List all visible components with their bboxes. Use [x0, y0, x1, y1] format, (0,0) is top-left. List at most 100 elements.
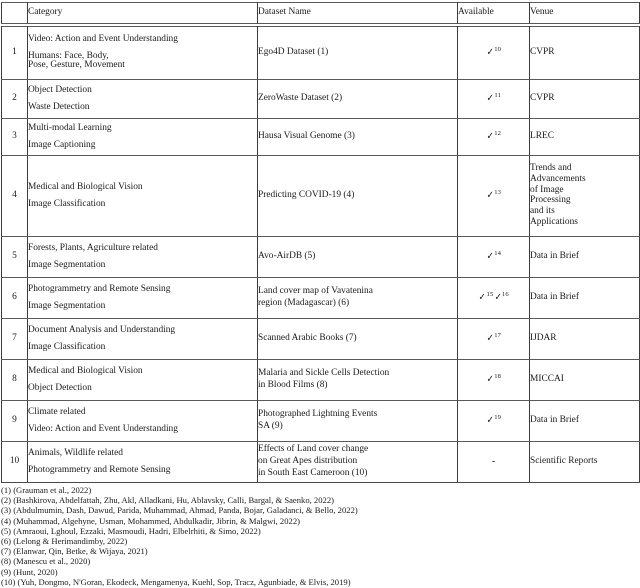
- category-line: Image Segmentation: [28, 259, 106, 270]
- category-line: Video: Action and Event Understanding: [28, 423, 178, 434]
- footnote-number: (8): [1, 556, 12, 567]
- available-cell: ✓15✓16: [457, 277, 530, 319]
- dataset-name-cell: Land cover map of Vavatenina region (Mada…: [257, 277, 458, 319]
- footnote-number: (7): [1, 546, 12, 557]
- dataset-name-line: in Blood Films (8): [258, 380, 328, 390]
- footnote-citation: (Grauman et al., 2022): [13, 485, 92, 495]
- footnote-item: (9) (Hunt, 2020): [1, 567, 640, 577]
- available-cell: ✓10: [457, 26, 530, 80]
- available-cell: ✓14: [457, 236, 530, 278]
- category-line: Forests, Plants, Agriculture related: [28, 242, 158, 253]
- table-row: 3 Multi-modal Learning Image Captioning Hau…: [1, 118, 640, 156]
- footnote-citation: (Bashkirova, Abdelfattah, Zhu, Akl, Alla…: [13, 495, 334, 506]
- footnote-item: (7) (Elanwar, Qin, Betke, & Wijaya, 2021…: [1, 546, 640, 556]
- dataset-name-line: ZeroWaste Dataset (2): [258, 93, 343, 104]
- available-footnote-ref: 19: [494, 414, 502, 421]
- check-icon-secondary: ✓: [494, 292, 502, 304]
- dataset-table: Category Dataset Name Available Venue 1V…: [1, 2, 640, 483]
- check-icon: ✓: [486, 131, 494, 143]
- table-row: 6 Photogrammetry and Remote Sensing Image …: [1, 277, 640, 319]
- venue-cell: Trends and Advancements of Image Processing…: [529, 155, 640, 237]
- category-cell: Photogrammetry and Remote Sensing Image S…: [27, 277, 258, 319]
- category-line: Medical and Biological Vision: [28, 365, 143, 376]
- category-cell: Forests, Plants, Agriculture related Imag…: [27, 236, 258, 278]
- check-icon: ✓: [486, 93, 494, 105]
- dataset-name-line: Avo-AirDB (5): [258, 251, 316, 262]
- venue-line: Data in Brief: [530, 292, 579, 303]
- available-cell: -: [457, 441, 530, 483]
- available-cell: ✓11: [457, 79, 530, 119]
- category-line: Medical and Biological Vision: [28, 181, 143, 192]
- venue-line: Data in Brief: [530, 415, 579, 426]
- footnote-number: (1): [1, 485, 12, 495]
- category-cell: Video: Action and Event Understanding Hum…: [27, 26, 258, 80]
- column-header-dataset-name: Dataset Name: [257, 2, 458, 24]
- category-line: Photogrammetry and Remote Sensing: [28, 464, 171, 475]
- category-line: Image Captioning: [28, 139, 96, 150]
- footnote-number: (5): [1, 525, 12, 536]
- dataset-name-cell: Photographed Lightning Events SA (9): [257, 400, 458, 442]
- venue-line: IJDAR: [530, 333, 557, 344]
- venue-cell: Data in Brief: [529, 277, 640, 319]
- available-footnote-ref: 15: [486, 291, 494, 298]
- column-header-available: Available: [457, 2, 530, 24]
- category-line: Animals, Wildlife related: [28, 447, 123, 458]
- venue-cell: CVPR: [529, 79, 640, 119]
- available-cell: ✓12: [457, 118, 530, 156]
- footnote-citation: (Lelong & Herimandimby, 2022): [13, 536, 128, 547]
- footnote-item: (3) (Abdulmumin, Dash, Dawud, Parida, Mu…: [1, 505, 640, 515]
- footnote-item: (1) (Grauman et al., 2022): [1, 485, 640, 495]
- footnote-citation: (Manescu et al., 2020): [13, 556, 91, 567]
- row-index-cell: 7: [1, 318, 28, 360]
- check-icon: ✓: [478, 292, 486, 304]
- footnote-number: (6): [1, 536, 12, 547]
- venue-cell: Data in Brief: [529, 400, 640, 442]
- venue-cell: Scientific Reports: [529, 441, 640, 483]
- row-index-cell: 1: [1, 26, 28, 80]
- check-icon: ✓: [486, 415, 494, 427]
- available-footnote-ref: 13: [494, 189, 502, 196]
- venue-cell: MICCAI: [529, 359, 640, 401]
- footnote-number: (10): [1, 576, 16, 587]
- category-line: Object Detection: [28, 382, 92, 393]
- check-icon: ✓: [486, 374, 494, 386]
- table-row: 9 Climate related Video: Action and Event …: [1, 400, 640, 442]
- category-line: Object Detection: [28, 84, 92, 95]
- category-cell: Document Analysis and Understanding Image…: [27, 318, 258, 360]
- category-line: Document Analysis and Understanding: [28, 324, 176, 335]
- check-icon: ✓: [486, 47, 494, 59]
- table-row: 2 Object Detection Waste Detection ZeroWast…: [1, 79, 640, 119]
- available-footnote-ref: 17: [494, 332, 502, 339]
- footnote-item: (5) (Amraoui, Lghoul, Ezzaki, Masmoudi, …: [1, 526, 640, 536]
- venue-line: MICCAI: [530, 374, 564, 385]
- venue-cell: LREC: [529, 118, 640, 156]
- available-footnote-ref: 11: [494, 92, 502, 99]
- category-line: Image Classification: [28, 198, 106, 209]
- venue-line: Trends and: [530, 163, 572, 174]
- footnote-number: (4): [1, 515, 12, 526]
- category-line: Image Segmentation: [28, 300, 106, 311]
- available-cell: ✓19: [457, 400, 530, 442]
- category-line: Image Classification: [28, 341, 106, 352]
- footnote-list: (1) (Grauman et al., 2022) (2) (Bashkirov…: [1, 485, 640, 587]
- dataset-name-line: Photographed Lightning Events: [258, 409, 378, 420]
- row-index-cell: 2: [1, 79, 28, 119]
- dataset-name-cell: Avo-AirDB (5): [257, 236, 458, 278]
- column-header-venue: Venue: [529, 2, 640, 24]
- venue-line: Applications: [530, 216, 578, 227]
- footnote-citation: (Yuh, Dongmo, N'Goran, Ekodeck, Mengamen…: [17, 576, 351, 587]
- row-index-cell: 4: [1, 155, 28, 237]
- category-cell: Multi-modal Learning Image Captioning: [27, 118, 258, 156]
- available-footnote-ref-secondary: 16: [501, 291, 509, 298]
- footnote-citation: (Elanwar, Qin, Betke, & Wijaya, 2021): [13, 546, 148, 557]
- dataset-name-line: Ego4D Dataset (1): [258, 47, 329, 58]
- category-line: Waste Detection: [28, 101, 90, 112]
- dataset-name-cell: ZeroWaste Dataset (2): [257, 79, 458, 119]
- available-cell: ✓13: [457, 155, 530, 237]
- dataset-name-line: SA (9): [258, 421, 283, 431]
- row-index-cell: 9: [1, 400, 28, 442]
- category-cell: Medical and Biological Vision Object Dete…: [27, 359, 258, 401]
- venue-cell: IJDAR: [529, 318, 640, 360]
- venue-line: CVPR: [530, 47, 555, 58]
- category-line: Video: Action and Event Understanding: [28, 33, 178, 44]
